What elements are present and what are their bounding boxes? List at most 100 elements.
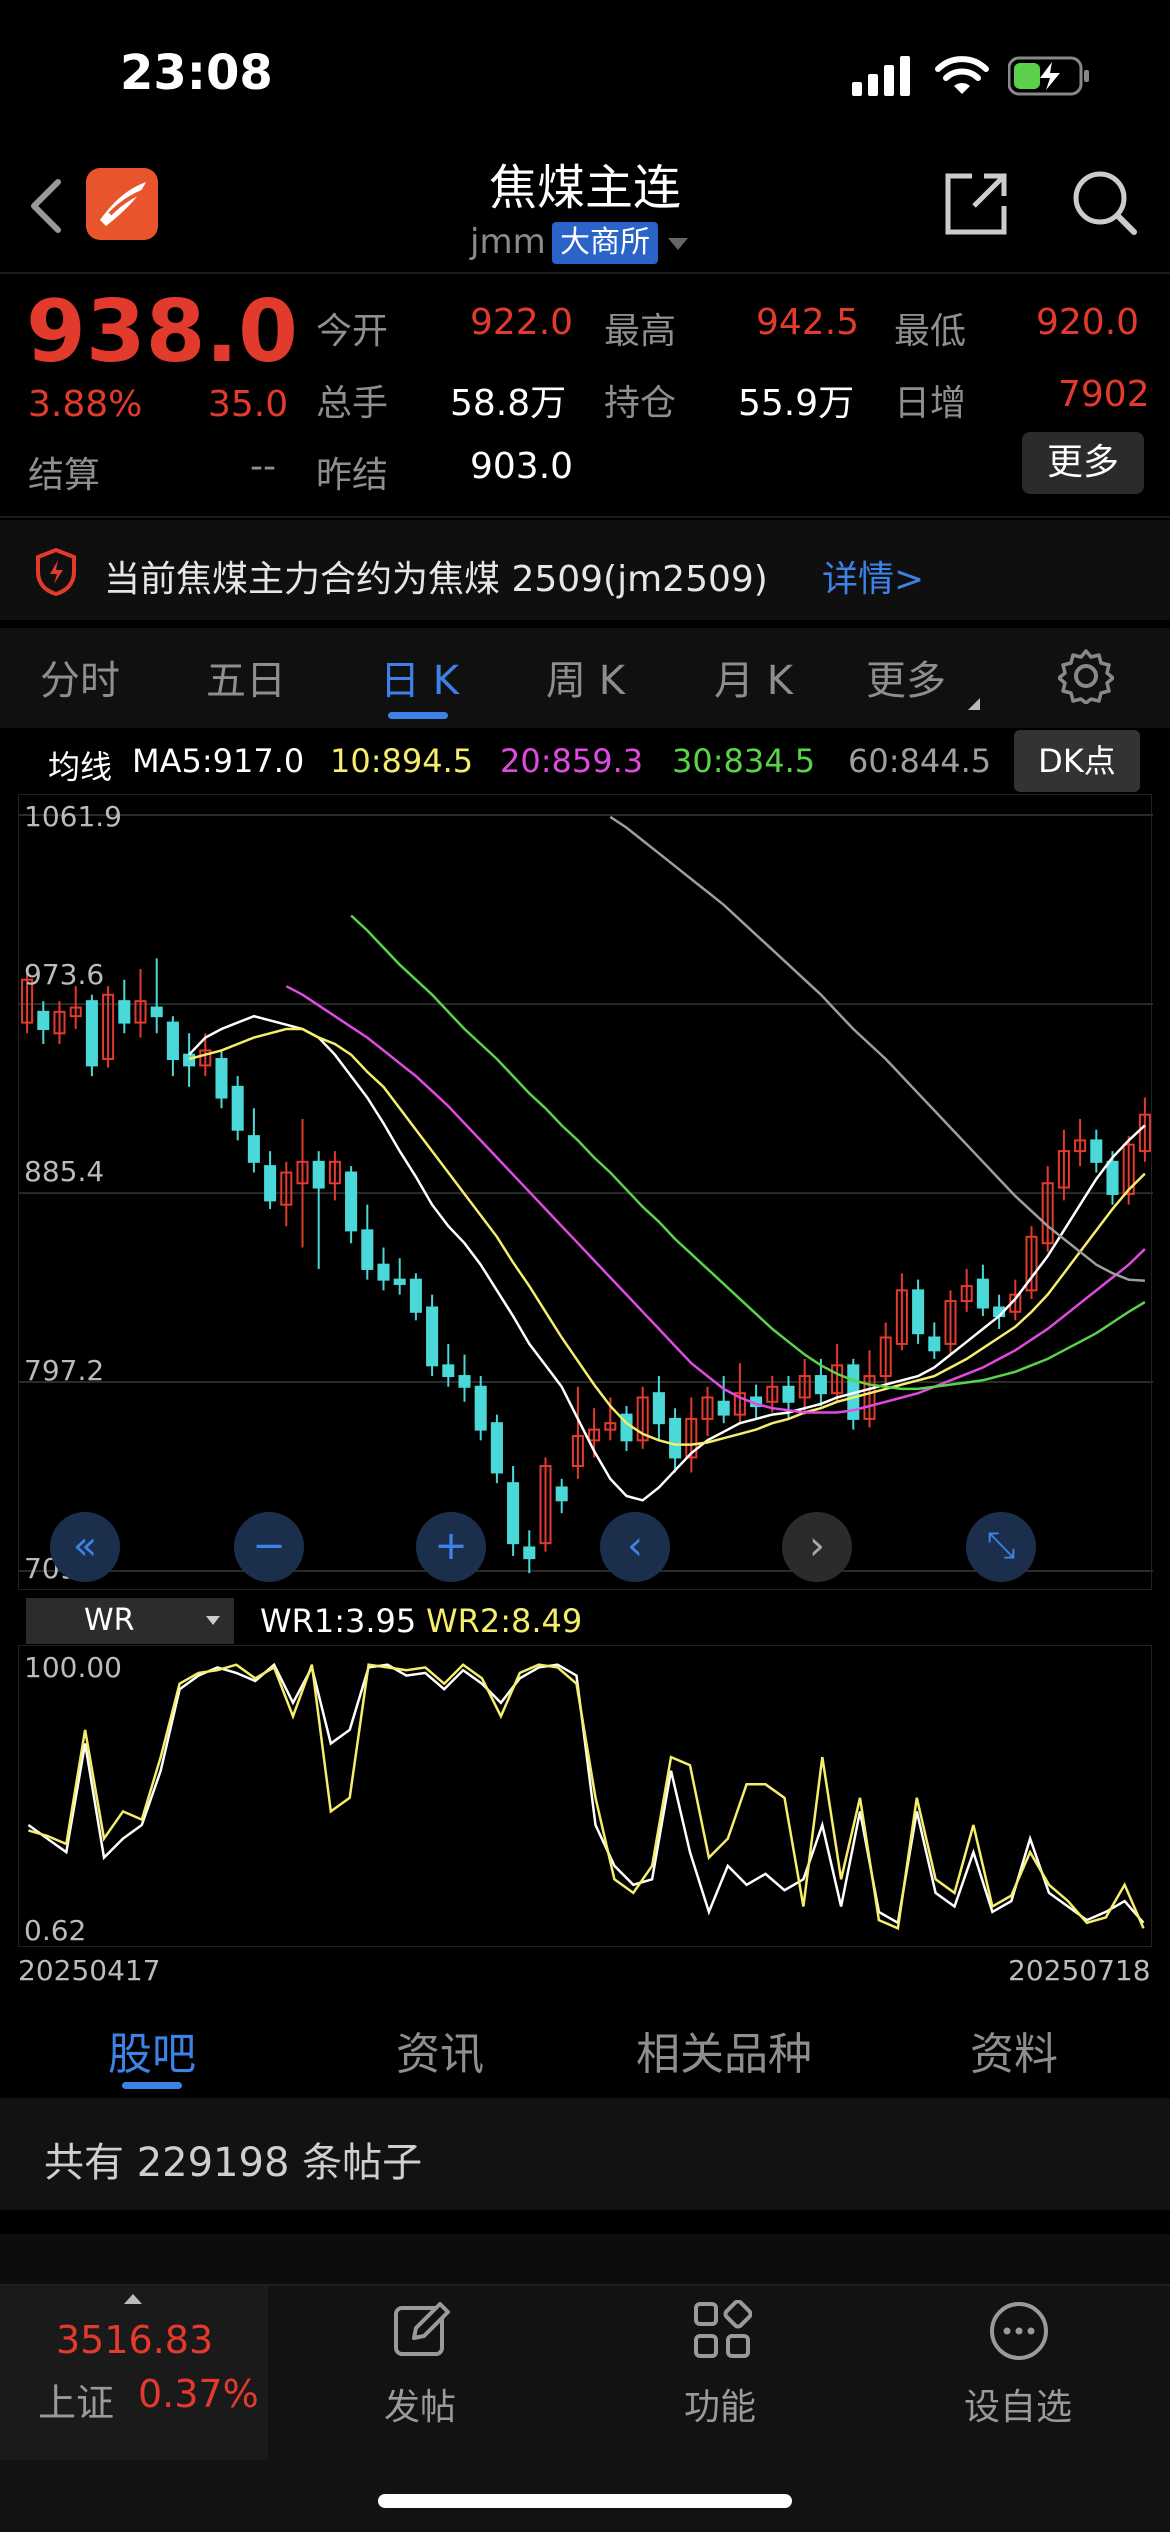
candle-body [523, 1546, 536, 1560]
candle-body [814, 1375, 827, 1395]
candle-body [166, 1021, 179, 1061]
compose-icon [394, 2302, 450, 2356]
gear-icon[interactable] [1058, 648, 1114, 704]
wr-line [28, 1663, 1145, 1931]
candle-body [312, 1160, 325, 1189]
daily-increase-value: 7902 [1058, 374, 1150, 415]
scroll-left-button[interactable]: ‹ [600, 1512, 670, 1582]
candle-body [183, 1053, 196, 1067]
wr-chart-svg [27, 1662, 1145, 1931]
wifi-icon [935, 56, 989, 94]
compose-button[interactable]: 发帖 [364, 2290, 484, 2460]
signal-icon [852, 56, 910, 96]
candle-body [361, 1229, 374, 1270]
candle-body [442, 1364, 455, 1378]
x-start-date: 20250417 [18, 1954, 161, 1987]
y-tick-label: 797.2 [24, 1354, 105, 1387]
notice-text: 当前焦煤主力合约为焦煤 2509(jm2509) [104, 559, 768, 600]
more-button[interactable]: 更多 [1022, 432, 1144, 494]
tab-intraday[interactable]: 分时 [40, 648, 120, 706]
exchange-badge: 大商所 [552, 222, 658, 264]
battery-icon [1008, 56, 1089, 96]
ma-line-ma5 [188, 1014, 1146, 1502]
indicator-selector[interactable]: WR [26, 1598, 234, 1644]
wr-y-tick-label: 100.00 [24, 1651, 122, 1684]
settle-label: 结算 [28, 455, 101, 496]
scroll-start-button[interactable]: « [50, 1512, 120, 1582]
spacer [0, 2234, 1170, 2284]
home-indicator[interactable] [378, 2494, 792, 2508]
zoom-out-button[interactable]: − [234, 1512, 304, 1582]
candle-body [1106, 1160, 1119, 1195]
candle-body [507, 1482, 520, 1545]
candle-body [150, 1006, 163, 1018]
kline-chart-svg [19, 814, 1153, 1574]
wr2-value: WR2:8.49 [426, 1602, 583, 1640]
index-change: 0.37% [138, 2372, 259, 2416]
chevron-down-icon[interactable] [668, 238, 688, 250]
functions-button[interactable]: 功能 [664, 2290, 784, 2460]
tab-profile[interactable]: 资料 [970, 2018, 1058, 2082]
candle-body [85, 1000, 98, 1067]
corner-triangle-icon [968, 686, 980, 710]
candle-body [474, 1385, 487, 1431]
tab-daily-k[interactable]: 日 K [380, 648, 459, 706]
tab-more[interactable]: 更多 [866, 648, 946, 706]
active-tab-indicator [122, 2082, 182, 2089]
ma10-value: 10:894.5 [330, 742, 474, 780]
ma-line-ma20 [285, 985, 1146, 1414]
active-tab-indicator [388, 712, 448, 719]
last-price: 938.0 [26, 282, 299, 382]
zoom-in-button[interactable]: + [416, 1512, 486, 1582]
ma-label: 均线 [48, 748, 113, 786]
more-circle-icon [990, 2302, 1048, 2360]
tab-news[interactable]: 资讯 [396, 2018, 484, 2082]
search-icon[interactable] [1070, 168, 1140, 238]
volume-value: 58.8万 [450, 383, 567, 424]
share-icon[interactable] [944, 170, 1008, 236]
dk-point-button[interactable]: DK点 [1014, 730, 1140, 792]
low-value: 920.0 [1036, 302, 1140, 343]
shield-alert-icon [36, 548, 76, 596]
divider [0, 516, 1170, 518]
divider [0, 272, 1170, 274]
add-watchlist-label: 设自选 [964, 2387, 1073, 2428]
tab-monthly-k[interactable]: 月 K [714, 648, 793, 706]
ma5-value: MA5:917.0 [132, 742, 305, 780]
fullscreen-button[interactable]: ⤡ [966, 1512, 1036, 1582]
tab-related[interactable]: 相关品种 [636, 2018, 812, 2082]
high-value: 942.5 [756, 302, 860, 343]
kline-chart[interactable] [18, 794, 1153, 1590]
candle-body [1090, 1139, 1103, 1163]
candle-body [345, 1171, 358, 1232]
settle-value: -- [250, 446, 276, 487]
change-amount: 35.0 [208, 384, 289, 425]
open-label: 今开 [316, 311, 389, 352]
tab-weekly-k[interactable]: 周 K [546, 648, 625, 706]
volume-label: 总手 [316, 383, 389, 424]
contract-code: jmm [470, 222, 546, 262]
daily-increase-label: 日增 [894, 383, 967, 424]
ma20-value: 20:859.3 [500, 742, 644, 780]
change-percent: 3.88% [28, 384, 143, 425]
x-end-date: 20250718 [1008, 1954, 1151, 1987]
candle-body [37, 1010, 50, 1031]
candle-body [912, 1289, 925, 1335]
add-watchlist-button[interactable]: 设自选 [956, 2290, 1116, 2460]
tab-five-day[interactable]: 五日 [206, 648, 286, 706]
candle-body [458, 1375, 471, 1388]
candle-body [652, 1392, 665, 1425]
tab-forum[interactable]: 股吧 [108, 2018, 196, 2082]
candle-body [393, 1278, 406, 1285]
functions-label: 功能 [684, 2387, 757, 2428]
y-tick-label: 1061.9 [24, 800, 122, 833]
scroll-right-button[interactable]: › [782, 1512, 852, 1582]
ma-line-ma60 [609, 815, 1145, 1282]
candle-body [555, 1486, 568, 1502]
candle-body [782, 1385, 795, 1403]
open-interest-value: 55.9万 [738, 383, 855, 424]
wr-chart[interactable] [18, 1645, 1152, 1947]
notice-detail-link[interactable]: 详情> [822, 550, 924, 602]
candle-body [247, 1135, 260, 1163]
prev-settle-label: 昨结 [316, 455, 389, 496]
